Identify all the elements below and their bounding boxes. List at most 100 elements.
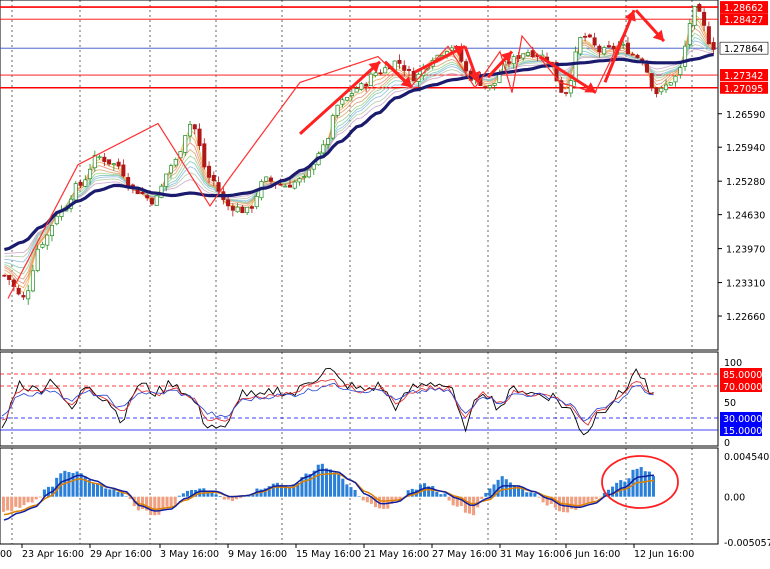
candle-body (697, 4, 702, 12)
candle-body (621, 43, 626, 46)
candle-body (702, 11, 707, 26)
candle-body (278, 183, 283, 186)
candle-body (145, 195, 150, 199)
macd-histogram-bar (345, 484, 349, 497)
macd-histogram-bar (631, 469, 635, 497)
candle-body (202, 143, 207, 168)
time-tick-label-partial: 00 (0, 549, 12, 560)
trading-chart[interactable]: 1.22660 1.23310 1.23970 1.24630 1.25280 1.259… (0, 0, 770, 565)
macd-histogram-bar (324, 468, 328, 497)
candle-body (706, 26, 711, 45)
oscillator-panel[interactable] (0, 351, 719, 447)
candle-body (497, 73, 502, 83)
macd-histogram-bar (349, 487, 353, 497)
macd-panel-frame (0, 447, 719, 545)
macd-histogram-bar (185, 490, 190, 497)
candle-body (302, 176, 307, 178)
candle-body (564, 92, 569, 94)
macd-histogram-bar (643, 471, 647, 497)
candle-body (249, 206, 254, 209)
macd-histogram-bar (488, 488, 492, 497)
macd-histogram-bar (2, 496, 6, 512)
macd-histogram-bar (337, 474, 341, 497)
candle-body (326, 138, 331, 145)
time-tick-label: 21 May 16:00 (364, 549, 429, 560)
macd-histogram-bar (504, 479, 508, 497)
osc-level-label: 30.0000 (723, 414, 762, 425)
macd-histogram-bar (108, 489, 112, 497)
candle-body (54, 215, 59, 225)
macd-histogram-bar (38, 496, 42, 498)
candle-body (292, 181, 297, 189)
macd-histogram-bar (6, 496, 10, 511)
macd-histogram-bar (22, 496, 26, 506)
candle-body (378, 72, 383, 75)
macd-histogram-bar (586, 496, 590, 504)
candle-body (26, 290, 31, 300)
macd-histogram-bar (275, 482, 279, 497)
candle-body (340, 99, 345, 105)
macd-histogram-bar (308, 474, 312, 497)
macd-histogram-bar (165, 496, 169, 507)
macd-histogram-bar (149, 496, 153, 516)
macd-histogram-bar (533, 493, 537, 497)
price-tick-label: 1.23970 (726, 245, 765, 256)
macd-histogram-bar (14, 496, 18, 507)
macd-histogram-bar (177, 495, 181, 497)
macd-histogram-bar (484, 492, 488, 497)
candle-body (230, 206, 235, 211)
candle-body (630, 53, 635, 56)
candle-body (711, 42, 716, 50)
candle-body (411, 70, 416, 82)
candle-body (164, 173, 169, 187)
candle-body (211, 175, 216, 182)
candle-body (107, 159, 112, 165)
time-tick-label: 29 Apr 16:00 (90, 549, 152, 560)
candle-body (687, 23, 692, 45)
oscillator-panel-frame (0, 351, 719, 447)
price-tick-label: 1.24630 (726, 211, 765, 222)
price-level-label: 1.27864 (724, 44, 763, 55)
chart-svg[interactable]: 1.22660 1.23310 1.23970 1.24630 1.25280 1.259… (0, 0, 770, 565)
macd-histogram-bar (169, 496, 173, 508)
candle-body (40, 244, 45, 248)
macd-histogram-bar (18, 496, 22, 508)
candle-body (173, 159, 178, 166)
macd-histogram-bar (218, 495, 222, 497)
macd-panel[interactable] (0, 447, 719, 545)
macd-histogram-bar (230, 496, 234, 502)
candle-body (321, 144, 326, 154)
time-tick-label: 6 Jun 16:00 (566, 549, 620, 560)
candle-body (345, 97, 350, 101)
candle-body (83, 179, 88, 187)
macd-histogram-bar (222, 496, 226, 500)
macd-histogram-bar (26, 496, 30, 503)
macd-histogram-bar (157, 496, 161, 515)
price-tick-label: 1.26590 (726, 110, 765, 121)
candle-body (364, 83, 369, 87)
candle-body (245, 206, 250, 213)
price-panel[interactable] (0, 0, 719, 351)
candle-body (21, 295, 26, 298)
candle-body (587, 34, 592, 38)
candle-body (197, 128, 202, 147)
candle-body (597, 45, 602, 53)
candle-body (35, 248, 40, 271)
macd-histogram-bar (447, 496, 451, 501)
candle-body (649, 73, 654, 89)
candle-body (525, 52, 530, 56)
candle-body (73, 183, 78, 201)
candle-body (283, 185, 288, 188)
candle-body (635, 54, 640, 58)
candle-body (511, 56, 516, 65)
candle-body (683, 45, 688, 67)
candle-body (487, 85, 492, 88)
macd-histogram-bar (67, 472, 71, 497)
time-tick-label: 31 May 16:00 (500, 549, 565, 560)
macd-histogram-bar (181, 493, 185, 497)
candle-body (2, 274, 7, 277)
candle-body (240, 206, 245, 214)
candle-body (568, 80, 573, 94)
time-axis: 00 23 Apr 16:00 29 Apr 16:00 3 May 16:00 9 M… (0, 544, 694, 560)
macd-histogram-bar (361, 496, 365, 501)
